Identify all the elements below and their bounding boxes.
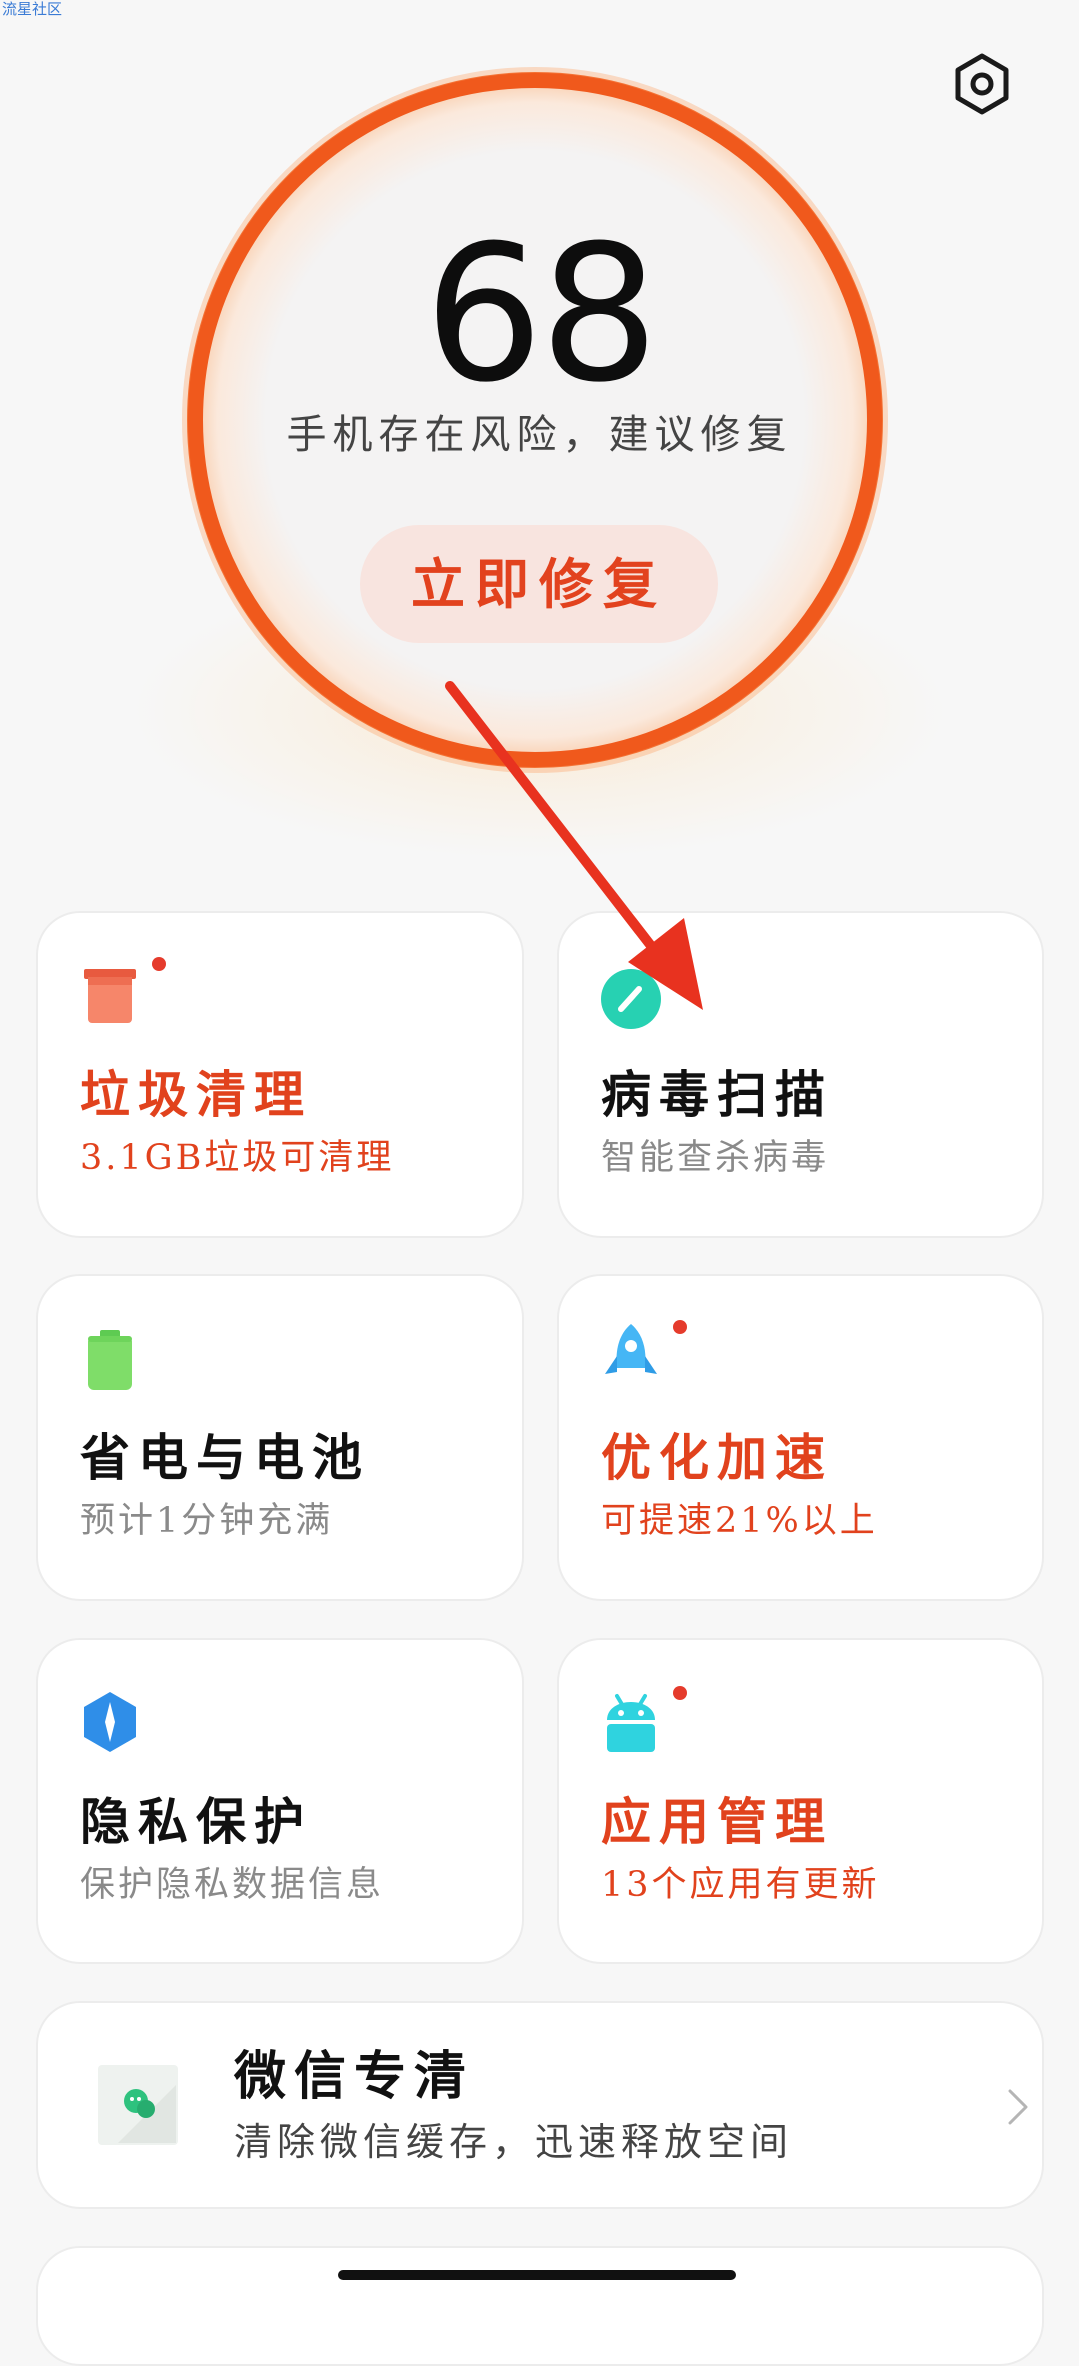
card-speed-up[interactable]: 优化加速 可提速21%以上	[557, 1274, 1044, 1601]
card-badge-dot	[673, 1320, 687, 1334]
card-title: 垃圾清理	[80, 1065, 312, 1124]
card-privacy[interactable]: 隐私保护 保护隐私数据信息	[36, 1638, 524, 1964]
card-subtitle: 预计1分钟充满	[80, 1501, 334, 1541]
card-title: 省电与电池	[80, 1428, 370, 1487]
chevron-right-icon	[1008, 2089, 1028, 2125]
card-title: 应用管理	[601, 1792, 833, 1851]
card-subtitle: 可提速21%以上	[601, 1501, 878, 1541]
wechat-clean-card[interactable]: 微信专清 清除微信缓存，迅速释放空间	[36, 2001, 1044, 2209]
wechat-clean-subtitle: 清除微信缓存，迅速释放空间	[234, 2120, 794, 2164]
privacy-shield-icon	[78, 1690, 142, 1754]
risk-status-text: 手机存在风险，建议修复	[286, 412, 793, 458]
fix-now-button[interactable]: 立即修复	[360, 525, 718, 643]
watermark-text: 流星社区	[2, 0, 63, 18]
battery-icon	[78, 1328, 142, 1392]
next-card-partial[interactable]	[36, 2246, 1044, 2366]
wechat-clean-title: 微信专清	[234, 2046, 475, 2107]
settings-button[interactable]	[950, 52, 1014, 116]
card-title: 病毒扫描	[601, 1065, 833, 1124]
card-title: 隐私保护	[80, 1792, 312, 1851]
card-badge-dot	[673, 1686, 687, 1700]
card-app-management[interactable]: 应用管理 13个应用有更新	[557, 1638, 1044, 1964]
card-title: 优化加速	[601, 1428, 833, 1487]
app-android-icon	[599, 1690, 663, 1754]
health-score: 68	[423, 205, 659, 424]
wechat-clean-icon	[96, 2063, 180, 2147]
card-battery[interactable]: 省电与电池 预计1分钟充满	[36, 1274, 524, 1601]
rocket-icon	[599, 1322, 663, 1386]
card-badge-dot	[152, 957, 166, 971]
card-subtitle: 智能查杀病毒	[601, 1138, 830, 1178]
home-indicator[interactable]	[338, 2270, 736, 2280]
card-junk-clean[interactable]: 垃圾清理 3.1GB垃圾可清理	[36, 911, 524, 1238]
card-subtitle: 13个应用有更新	[601, 1865, 880, 1905]
card-subtitle: 保护隐私数据信息	[80, 1865, 385, 1905]
virus-scan-icon	[599, 967, 663, 1031]
settings-hexagon-icon	[955, 53, 1009, 115]
card-virus-scan[interactable]: 病毒扫描 智能查杀病毒	[557, 911, 1044, 1238]
trash-bin-icon	[78, 963, 142, 1027]
card-subtitle: 3.1GB垃圾可清理	[80, 1138, 395, 1178]
